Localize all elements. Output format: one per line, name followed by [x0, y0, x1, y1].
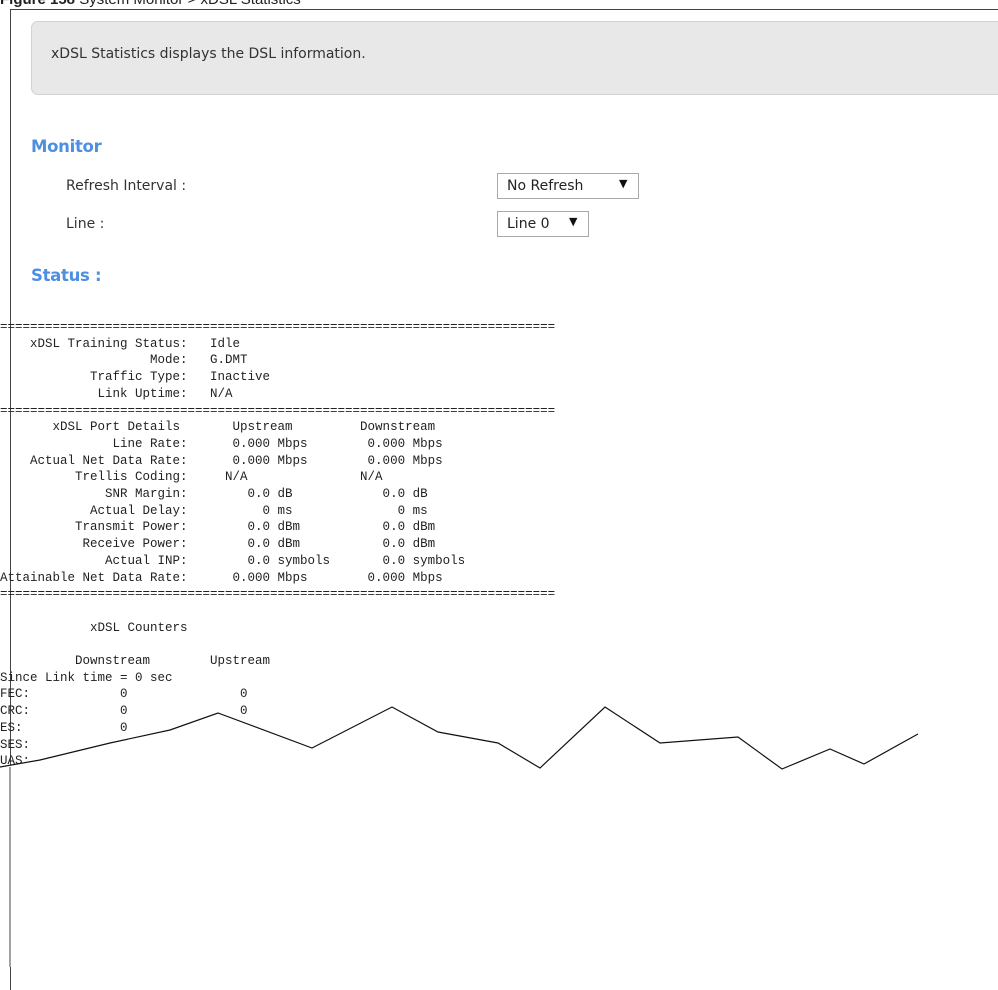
tear-line — [0, 706, 998, 967]
tear-mask — [0, 707, 998, 967]
